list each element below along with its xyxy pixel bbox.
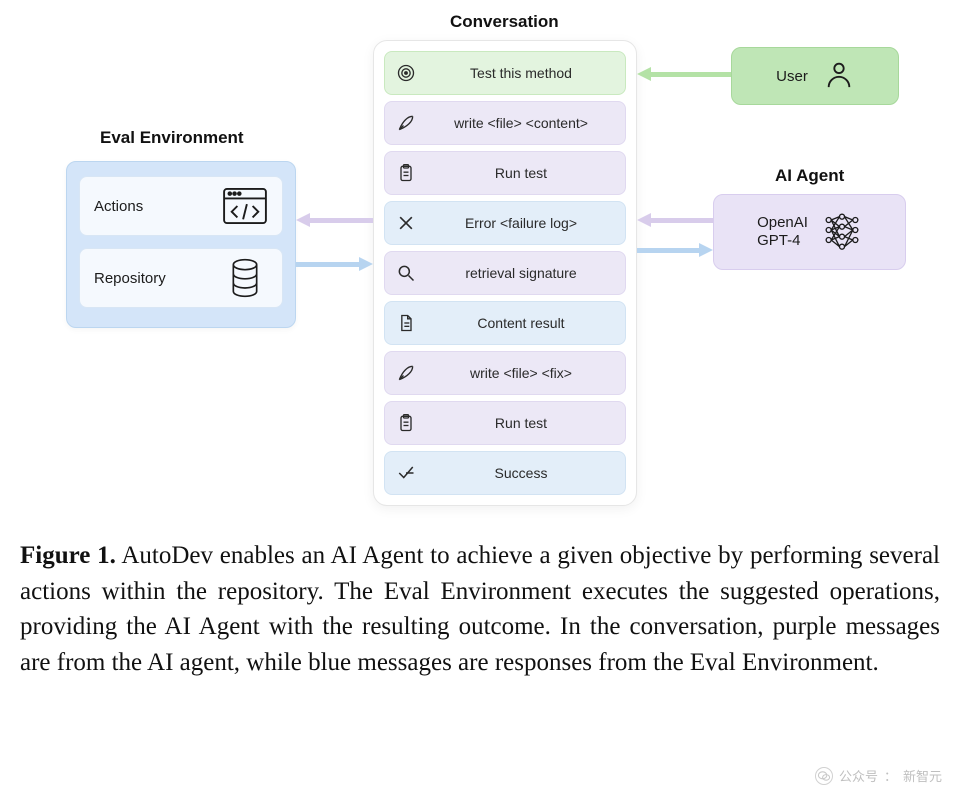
conversation-message: write <file> <fix>: [384, 351, 626, 395]
ai-agent-box: OpenAI GPT-4: [713, 194, 906, 270]
conversation-message-text: Content result: [427, 315, 615, 331]
search-icon: [395, 262, 417, 284]
document-icon: [395, 312, 417, 334]
diagram-canvas: Eval Environment Conversation AI Agent A…: [0, 0, 960, 510]
clipboard-icon: [395, 162, 417, 184]
ai-agent-label: OpenAI GPT-4: [757, 214, 808, 250]
watermark: 公众号 ： 新智元: [815, 766, 942, 785]
eval-actions-item: Actions: [79, 176, 283, 236]
x-icon: [395, 212, 417, 234]
conversation-title: Conversation: [450, 12, 559, 32]
conversation-message: write <file> <content>: [384, 101, 626, 145]
quill-icon: [395, 112, 417, 134]
neural-net-icon: [822, 210, 862, 254]
eval-environment-box: Actions Repository: [66, 161, 296, 328]
watermark-sep: ：: [884, 766, 897, 785]
conversation-message-text: write <file> <fix>: [427, 365, 615, 381]
check-icon: [395, 462, 417, 484]
conversation-message: Success: [384, 451, 626, 495]
ai-agent-title: AI Agent: [775, 166, 844, 186]
clipboard-icon: [395, 412, 417, 434]
conversation-message: Content result: [384, 301, 626, 345]
conversation-message-text: Error <failure log>: [427, 215, 615, 231]
user-label: User: [776, 68, 808, 85]
conversation-message: Error <failure log>: [384, 201, 626, 245]
conversation-message: Run test: [384, 151, 626, 195]
eval-repository-item: Repository: [79, 248, 283, 308]
conversation-message-text: Test this method: [427, 65, 615, 81]
target-icon: [395, 62, 417, 84]
conversation-message-text: write <file> <content>: [427, 115, 615, 131]
conversation-message: Run test: [384, 401, 626, 445]
conversation-message-text: retrieval signature: [427, 265, 615, 281]
browser-code-icon: [222, 186, 268, 226]
figure-caption: Figure 1. AutoDev enables an AI Agent to…: [20, 538, 940, 680]
conversation-message-text: Success: [427, 465, 615, 481]
figure-caption-text: AutoDev enables an AI Agent to achieve a…: [20, 542, 940, 676]
conversation-message-text: Run test: [427, 165, 615, 181]
watermark-name: 新智元: [903, 766, 942, 785]
conversation-message: retrieval signature: [384, 251, 626, 295]
conversation-message: Test this method: [384, 51, 626, 95]
watermark-source: 公众号: [839, 766, 878, 785]
eval-environment-title: Eval Environment: [100, 128, 244, 148]
eval-repository-label: Repository: [94, 270, 166, 287]
conversation-message-text: Run test: [427, 415, 615, 431]
user-box: User: [731, 47, 899, 105]
eval-actions-label: Actions: [94, 198, 143, 215]
database-icon: [222, 258, 268, 298]
conversation-box: Test this method write <file> <content> Ru…: [373, 40, 637, 506]
quill-icon: [395, 362, 417, 384]
figure-label: Figure 1.: [20, 542, 116, 569]
person-icon: [824, 59, 854, 93]
wechat-icon: [815, 767, 833, 785]
